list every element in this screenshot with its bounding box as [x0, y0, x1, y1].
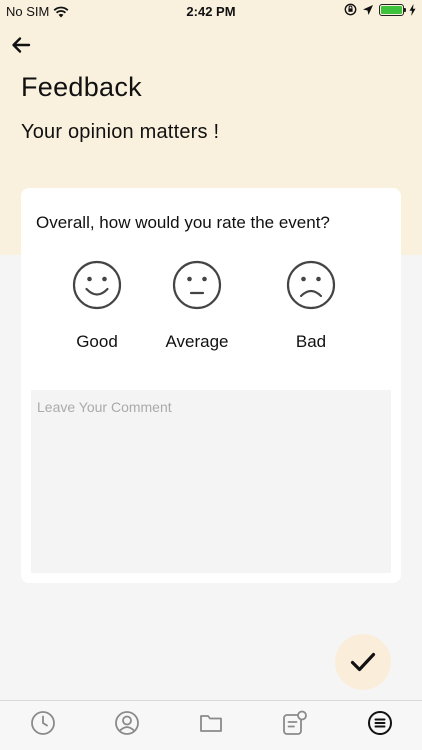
rating-label-bad: Bad — [295, 332, 327, 351]
page-title: Feedback — [21, 72, 142, 102]
battery-icon — [379, 3, 406, 16]
clock-icon — [31, 711, 55, 735]
sad-face-icon — [286, 260, 336, 310]
notes-badge-icon — [283, 710, 307, 735]
folder-icon — [200, 715, 222, 732]
tab-history[interactable] — [28, 708, 58, 738]
page-subtitle: Your opinion matters ! — [21, 121, 220, 143]
rating-label-good: Good — [76, 332, 118, 351]
arrow-left-icon — [12, 37, 31, 53]
status-bar: No SIM 2:42 PM — [0, 0, 422, 22]
rating-question: Overall, how would you rate the event? — [36, 213, 330, 232]
status-right — [344, 3, 416, 16]
user-circle-icon — [115, 711, 139, 735]
tab-profile[interactable] — [112, 708, 142, 738]
smiley-face-icon — [72, 260, 122, 310]
checkmark-icon — [350, 652, 376, 672]
neutral-face-icon — [172, 260, 222, 310]
back-button[interactable] — [10, 34, 34, 56]
menu-circle-icon — [368, 711, 392, 735]
location-arrow-icon — [363, 4, 373, 15]
orientation-lock-icon — [344, 3, 357, 16]
charging-bolt-icon — [409, 3, 416, 16]
rating-average[interactable]: Average — [147, 260, 247, 352]
submit-button[interactable] — [335, 634, 391, 690]
feedback-card: Overall, how would you rate the event? G… — [21, 188, 401, 583]
battery-fill — [381, 5, 402, 14]
rating-bad[interactable]: Bad — [261, 260, 361, 352]
rating-label-average: Average — [165, 332, 229, 351]
tab-notes[interactable] — [280, 708, 310, 738]
tab-menu[interactable] — [365, 708, 395, 738]
tab-bar — [0, 700, 422, 750]
tab-documents[interactable] — [196, 708, 226, 738]
comment-input[interactable] — [31, 390, 391, 573]
rating-good[interactable]: Good — [47, 260, 147, 352]
